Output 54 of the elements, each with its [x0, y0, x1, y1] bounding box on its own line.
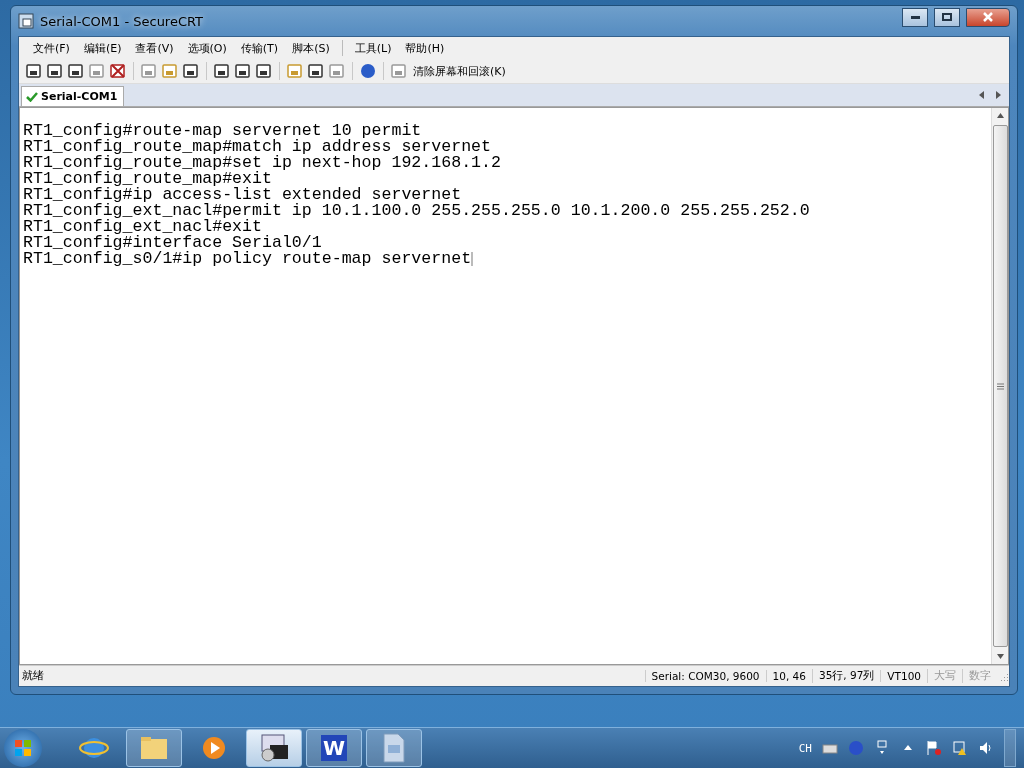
menu-item[interactable]: 编辑(E) — [77, 38, 128, 58]
status-field: Serial: COM30, 9600 — [644, 670, 766, 682]
app-icon — [18, 13, 34, 29]
maximize-icon — [942, 13, 952, 21]
language-indicator[interactable]: CH — [798, 741, 812, 755]
terminal-line: RT1_config_ext_nacl#permit ip 10.1.100.0 255.255.255.0 10.1.200.0 255.255.252.0 — [23, 203, 811, 219]
grip-lines-icon — [996, 382, 1004, 390]
terminal-line: RT1_config#interface Serial0/1 — [23, 235, 323, 251]
terminal-line: RT1_config_s0/1#ip policy route-map servernet — [23, 251, 475, 267]
network-warning-icon[interactable] — [952, 740, 968, 756]
menu-item[interactable]: 脚本(S) — [286, 38, 336, 58]
start-button[interactable] — [4, 729, 42, 767]
scroll-right-icon[interactable] — [993, 90, 1003, 100]
clear-screen-button[interactable]: 清除屏幕和回滚(K) — [411, 63, 508, 79]
menu-item[interactable]: 工具(L) — [348, 38, 398, 58]
checkmark-icon — [26, 91, 38, 102]
window-icon[interactable] — [874, 740, 890, 756]
maximize-button[interactable] — [934, 7, 960, 27]
window-title: Serial-COM1 - SecureCRT — [40, 13, 204, 29]
windows-logo — [14, 739, 32, 757]
taskbar-app-button[interactable] — [246, 729, 302, 767]
terminal-line: RT1_config_ext_nacl#exit — [23, 219, 262, 235]
menu-item[interactable]: 选项(O) — [181, 38, 233, 58]
terminal-line: RT1_config#route-map servernet 10 permit — [23, 123, 423, 139]
writer-logo: W — [321, 735, 347, 761]
taskbar-app-button[interactable]: W — [306, 729, 362, 767]
menu-item[interactable]: 文件(F) — [27, 38, 76, 58]
text-cursor — [471, 251, 474, 266]
speaker-icon[interactable] — [978, 740, 994, 756]
minimize-button[interactable] — [902, 7, 928, 27]
status-field: 大写 — [927, 669, 962, 683]
status-field: VT100 — [880, 670, 927, 682]
terminal-line: RT1_config#ip access-list extended servernet — [23, 187, 463, 203]
scroll-down-icon[interactable] — [995, 652, 1005, 661]
play-icon — [201, 735, 227, 761]
menu-item[interactable]: 查看(V) — [129, 38, 180, 58]
minimize-icon — [910, 15, 920, 19]
status-field: 数字 — [962, 669, 997, 683]
scroll-up-icon[interactable] — [995, 111, 1005, 120]
flag-icon[interactable] — [926, 740, 942, 756]
close-button[interactable] — [966, 7, 1010, 27]
scroll-left-icon[interactable] — [977, 90, 987, 100]
status-message: 就绪 — [21, 669, 45, 683]
menu-item[interactable]: 帮助(H) — [399, 38, 451, 58]
status-field: 10, 46 — [765, 670, 812, 682]
terminal-line: RT1_config_route_map#set ip next-hop 192.168.1.2 — [23, 155, 502, 171]
document-icon — [382, 733, 406, 763]
scrollbar-thumb[interactable] — [992, 125, 1008, 647]
terminal-line: RT1_config_route_map#match ip address servernet — [23, 139, 493, 155]
close-icon — [983, 12, 993, 22]
session-tab[interactable]: Serial-COM1 — [21, 86, 125, 106]
terminal-line: RT1_config_route_map#exit — [23, 171, 273, 187]
menu-item[interactable]: 传输(T) — [234, 38, 285, 58]
status-field: 35行, 97列 — [811, 669, 881, 683]
